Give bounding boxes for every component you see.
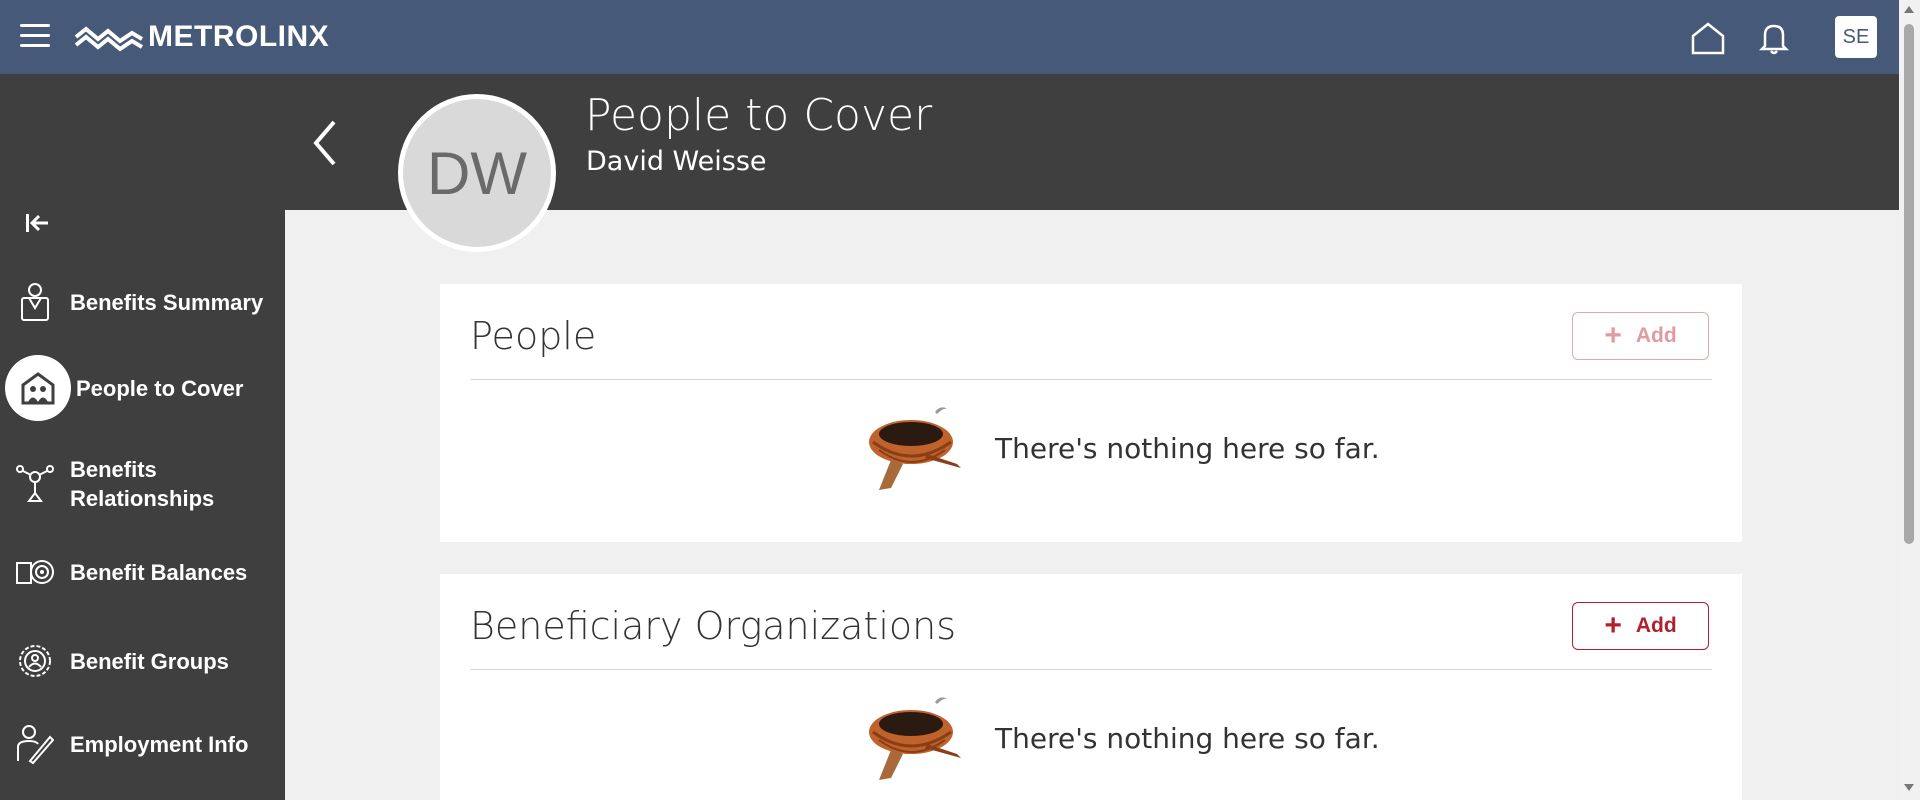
sidebar-item-label: Benefits Summary: [70, 289, 264, 315]
sidebar-item-label: Benefits Relationships: [70, 457, 215, 511]
people-section: People + Add There's nothing here so far…: [440, 284, 1742, 542]
hamburger-menu-icon[interactable]: [20, 24, 50, 48]
top-bar: METROLINX SE: [0, 0, 1899, 74]
sidebar-item-people-to-cover[interactable]: People to Cover: [0, 355, 285, 421]
sidebar-item-benefits-summary[interactable]: Benefits Summary: [0, 282, 285, 322]
logo-waves-icon: [74, 26, 144, 51]
add-label: Add: [1635, 324, 1677, 347]
empty-nest-icon: [869, 697, 961, 780]
section-divider: [470, 669, 1712, 670]
plus-icon: +: [1604, 609, 1622, 642]
sidebar-item-benefits-relationships[interactable]: Benefits Relationships: [0, 455, 285, 513]
collapse-sidebar-icon[interactable]: [24, 210, 52, 236]
network-icon: [0, 463, 70, 505]
metrolinx-logo[interactable]: METROLINX: [74, 20, 329, 54]
sidebar-item-label: People to Cover: [76, 375, 244, 401]
sidebar-item-label: Benefit Balances: [70, 559, 248, 585]
sidebar-item-label: Benefit Groups: [70, 648, 229, 674]
notification-bell-icon[interactable]: [1757, 20, 1791, 56]
profile-avatar: DW: [398, 94, 556, 252]
add-organization-button[interactable]: + Add: [1572, 602, 1709, 650]
sidebar: [0, 74, 285, 800]
user-avatar[interactable]: SE: [1835, 16, 1877, 58]
page-title: People to Cover: [585, 90, 933, 141]
person-pen-icon: [0, 723, 70, 765]
logo-text: METROLINX: [148, 20, 330, 53]
scroll-up-arrow-icon[interactable]: [1904, 6, 1914, 13]
empty-state: There's nothing here so far.: [865, 690, 1380, 786]
add-label: Add: [1635, 614, 1677, 637]
group-gear-icon: [0, 642, 70, 680]
page-subtitle: David Weisse: [586, 146, 767, 177]
scroll-thumb[interactable]: [1904, 24, 1914, 544]
beneficiary-organizations-section: Beneficiary Organizations + Add There's …: [440, 574, 1742, 800]
person-badge-icon: [0, 282, 70, 322]
empty-nest-icon: [869, 407, 961, 490]
house-people-icon: [5, 355, 71, 421]
back-chevron-icon[interactable]: [310, 118, 340, 168]
sidebar-item-employment-info[interactable]: Employment Info: [0, 723, 285, 765]
plus-icon: +: [1604, 319, 1622, 352]
scroll-down-arrow-icon[interactable]: [1904, 784, 1914, 791]
empty-message: There's nothing here so far.: [995, 431, 1380, 465]
balance-target-icon: [0, 557, 70, 587]
empty-state: There's nothing here so far.: [865, 400, 1380, 496]
sidebar-item-label: Employment Info: [70, 731, 249, 757]
sidebar-item-benefit-groups[interactable]: Benefit Groups: [0, 642, 285, 680]
empty-message: There's nothing here so far.: [995, 721, 1380, 755]
section-title: People: [470, 314, 597, 358]
section-divider: [470, 379, 1712, 380]
sidebar-item-benefit-balances[interactable]: Benefit Balances: [0, 557, 285, 587]
add-person-button[interactable]: + Add: [1572, 312, 1709, 360]
section-title: Beneficiary Organizations: [470, 604, 957, 648]
home-icon[interactable]: [1690, 20, 1726, 56]
page-scrollbar[interactable]: [1899, 0, 1920, 800]
